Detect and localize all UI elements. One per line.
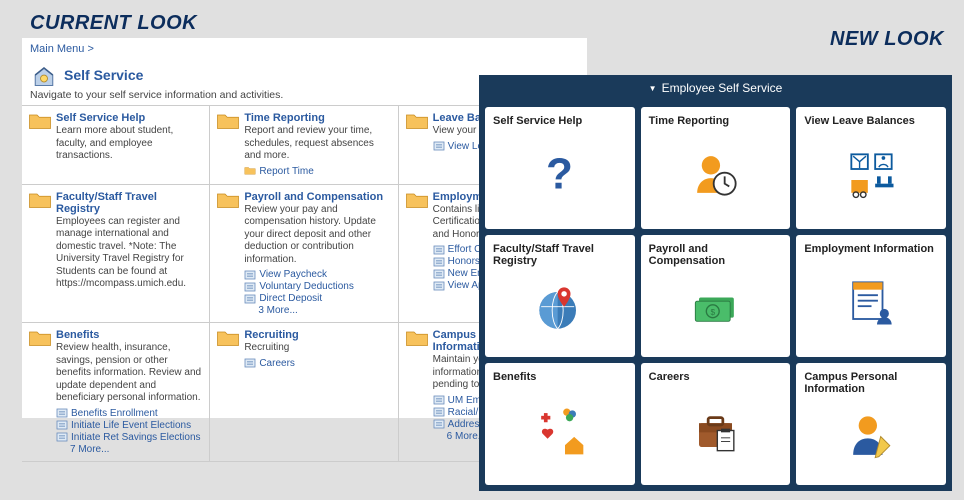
cell-link-label: Initiate Life Event Elections	[71, 420, 191, 431]
tile-title: Campus Personal Information	[804, 371, 938, 395]
doc-icon	[433, 419, 445, 429]
tile[interactable]: View Leave Balances	[796, 107, 946, 229]
old-cell: BenefitsReview health, insurance, saving…	[22, 323, 210, 462]
cell-link[interactable]: Report Time	[244, 166, 391, 177]
cell-link-label: Report Time	[259, 166, 313, 177]
new-look-label: NEW LOOK	[830, 28, 944, 51]
folder-icon	[216, 329, 240, 349]
folder-icon	[28, 191, 52, 211]
cell-link[interactable]: Voluntary Deductions	[244, 281, 391, 292]
breadcrumb[interactable]: Main Menu >	[22, 38, 587, 60]
dropdown-triangle-icon: ▼	[649, 84, 657, 93]
tile-icon	[804, 255, 938, 349]
tile-title: Faculty/Staff Travel Registry	[493, 243, 627, 267]
tile-icon	[493, 383, 627, 477]
tile-title: Employment Information	[804, 243, 938, 255]
self-service-icon	[30, 62, 58, 88]
folder-icon	[216, 191, 240, 211]
doc-icon	[433, 395, 445, 405]
tile-icon	[804, 127, 938, 221]
tile-icon	[649, 127, 783, 221]
cell-link[interactable]: View Paycheck	[244, 269, 391, 280]
tile[interactable]: Faculty/Staff Travel Registry	[485, 235, 635, 357]
cell-link[interactable]: Benefits Enrollment	[56, 408, 203, 419]
new-header[interactable]: ▼ Employee Self Service	[479, 75, 952, 101]
cell-link-label: Direct Deposit	[259, 293, 322, 304]
cell-title[interactable]: Benefits	[56, 329, 203, 341]
folder-icon	[216, 112, 240, 132]
tile-title: Payroll and Compensation	[649, 243, 783, 267]
page-title: Self Service	[64, 67, 143, 83]
tile[interactable]: Benefits	[485, 363, 635, 485]
new-panel: ▼ Employee Self Service Self Service Hel…	[479, 75, 952, 491]
tile[interactable]: Time Reporting	[641, 107, 791, 229]
tile-title: Self Service Help	[493, 115, 627, 127]
doc-icon	[56, 420, 68, 430]
new-header-label: Employee Self Service	[662, 81, 783, 95]
cell-desc: Recruiting	[244, 342, 391, 355]
doc-icon	[433, 407, 445, 417]
old-cell: Faculty/Staff Travel RegistryEmployees c…	[22, 185, 210, 324]
cell-title[interactable]: Time Reporting	[244, 112, 391, 124]
cell-link[interactable]: Initiate Life Event Elections	[56, 420, 203, 431]
doc-icon	[433, 141, 445, 151]
cell-title[interactable]: Faculty/Staff Travel Registry	[56, 191, 203, 215]
cell-title[interactable]: Self Service Help	[56, 112, 203, 124]
tile-icon: $	[649, 267, 783, 349]
cell-link[interactable]: Initiate Ret Savings Elections	[56, 432, 203, 443]
more-link[interactable]: 3 More...	[258, 305, 391, 316]
cell-desc: Review health, insurance, savings, pensi…	[56, 342, 203, 405]
cell-desc: Learn more about student, faculty, and e…	[56, 125, 203, 163]
tile-title: Careers	[649, 371, 783, 383]
tile-title: View Leave Balances	[804, 115, 938, 127]
doc-icon	[244, 270, 256, 280]
doc-icon	[433, 269, 445, 279]
tile-title: Benefits	[493, 371, 627, 383]
svg-text:$: $	[710, 307, 715, 316]
svg-text:?: ?	[546, 149, 573, 198]
doc-icon	[244, 294, 256, 304]
old-cell: Time ReportingReport and review your tim…	[210, 106, 398, 185]
cell-desc: Report and review your time, schedules, …	[244, 125, 391, 163]
tile-icon: ?	[493, 127, 627, 221]
cell-link[interactable]: Careers	[244, 358, 391, 369]
doc-icon	[244, 358, 256, 368]
folder-small-icon	[244, 166, 256, 176]
cell-link-label: Voluntary Deductions	[259, 281, 354, 292]
folder-icon	[405, 191, 429, 211]
tile-icon	[493, 267, 627, 349]
old-cell: Self Service HelpLearn more about studen…	[22, 106, 210, 185]
cell-title[interactable]: Recruiting	[244, 329, 391, 341]
folder-icon	[28, 112, 52, 132]
cell-desc: Review your pay and compensation history…	[244, 204, 391, 267]
folder-icon	[405, 112, 429, 132]
tile[interactable]: Employment Information	[796, 235, 946, 357]
tile-title: Time Reporting	[649, 115, 783, 127]
cell-desc: Employees can register and manage intern…	[56, 216, 203, 291]
tile[interactable]: Campus Personal Information	[796, 363, 946, 485]
tile-icon	[804, 395, 938, 477]
more-link[interactable]: 7 More...	[70, 444, 203, 455]
tile[interactable]: Careers	[641, 363, 791, 485]
tile-icon	[649, 383, 783, 477]
cell-link-label: Careers	[259, 358, 295, 369]
current-look-label: CURRENT LOOK	[30, 12, 197, 35]
doc-icon	[56, 408, 68, 418]
tile[interactable]: Self Service Help?	[485, 107, 635, 229]
old-cell: Payroll and CompensationReview your pay …	[210, 185, 398, 324]
old-cell: RecruitingRecruiting Careers	[210, 323, 398, 462]
doc-icon	[244, 282, 256, 292]
cell-link[interactable]: Direct Deposit	[244, 293, 391, 304]
cell-link-label: View Paycheck	[259, 269, 327, 280]
folder-icon	[405, 329, 429, 349]
doc-icon	[433, 257, 445, 267]
cell-title[interactable]: Payroll and Compensation	[244, 191, 391, 203]
doc-icon	[56, 432, 68, 442]
doc-icon	[433, 281, 445, 291]
cell-link-label: Initiate Ret Savings Elections	[71, 432, 201, 443]
tile[interactable]: Payroll and Compensation $	[641, 235, 791, 357]
folder-icon	[28, 329, 52, 349]
cell-link-label: Benefits Enrollment	[71, 408, 158, 419]
doc-icon	[433, 245, 445, 255]
